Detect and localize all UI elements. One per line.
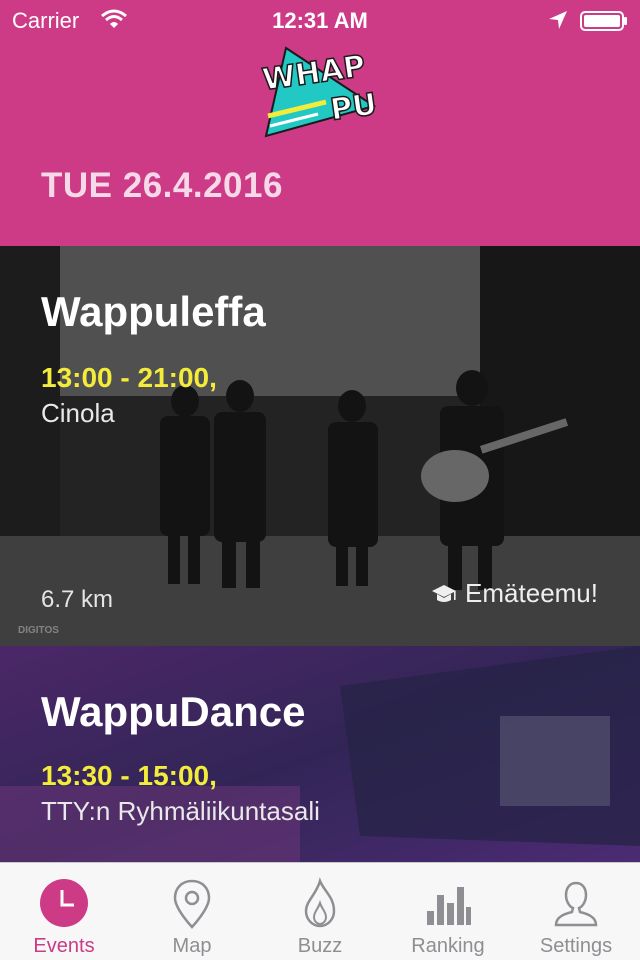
tab-label: Events [33,935,95,957]
whappu-logo: WHAP PU [259,46,380,138]
tab-label: Map [172,935,212,957]
bar-chart-icon [427,887,471,925]
flame-icon [304,877,336,928]
user-icon [554,881,598,927]
status-time: 12:31 AM [272,8,368,33]
tab-bar: Events Map Buzz Ranking Settings [0,862,640,960]
tab-ranking[interactable]: Ranking [384,863,512,960]
tab-events[interactable]: Events [0,863,128,960]
event-distance: 6.7 km [41,586,114,613]
event-organizer: Emäteemu! [431,578,598,609]
svg-text:PU: PU [328,87,379,128]
tab-label: Buzz [297,935,343,957]
tab-map[interactable]: Map [128,863,256,960]
date-heading: TUE 26.4.2016 [41,166,283,205]
tab-settings[interactable]: Settings [512,863,640,960]
event-card[interactable]: Wappuleffa 13:00 - 21:00, Cinola 6.7 km … [0,246,640,646]
battery-icon [580,11,627,31]
tab-label: Ranking [411,935,485,957]
event-venue: Cinola [41,398,115,428]
event-card[interactable]: WappuDance 13:30 - 15:00, TTY:n Ryhmälii… [0,646,640,864]
map-pin-icon [173,879,211,929]
organizer-label: Emäteemu! [465,578,598,608]
photo-watermark: DIGITOS [18,625,59,636]
event-venue: TTY:n Ryhmäliikuntasali [41,796,320,826]
clock-icon [40,879,88,927]
event-time: 13:00 - 21:00, [41,362,217,393]
status-bar: Carrier 12:31 AM [0,0,640,40]
graduation-cap-icon [432,584,457,602]
location-arrow-icon [549,11,567,29]
event-title: Wappuleffa [41,288,266,335]
tab-buzz[interactable]: Buzz [256,863,384,960]
event-time: 13:30 - 15:00, [41,760,217,791]
event-title: WappuDance [41,688,306,735]
event-photo [0,646,640,864]
tab-label: Settings [539,935,613,957]
app-header: Carrier 12:31 AM WHAP PU TUE 26.4.2016 [0,0,640,246]
